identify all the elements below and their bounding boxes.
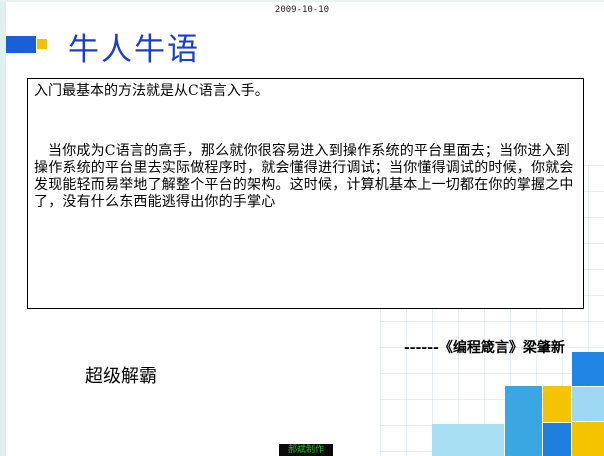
main-paragraph: 当你成为C语言的高手，那么就你很容易进入到操作系统的平台里面去；当你进入到操作系… — [34, 143, 574, 210]
decor-block-light-blue-mid — [572, 387, 604, 421]
content-box: 入门最基本的方法就是从C语言入手。 当你成为C语言的高手，那么就你很容易进入到操… — [27, 78, 584, 309]
title-marker-blue-bar — [6, 36, 36, 53]
title-marker-yellow-square — [37, 39, 47, 49]
top-frame-strip — [0, 0, 604, 2]
decor-block-light-blue — [432, 424, 504, 456]
credit-badge: 郝斌制作 — [279, 444, 333, 456]
title-marker-icon — [6, 36, 47, 53]
left-frame-strip — [0, 0, 6, 456]
slide-title: 牛人牛语 — [68, 32, 200, 68]
slide: { "header": { "date": "2009-10-10", "tit… — [0, 0, 604, 456]
subtitle-text: 超级解霸 — [85, 366, 157, 387]
decor-block-blue — [505, 386, 542, 456]
quote-attribution: ------《编程箴言》梁肇新 — [404, 340, 565, 356]
decor-block-blue-top — [572, 352, 604, 386]
decor-block-yellow — [543, 386, 571, 422]
decor-block-dark-blue — [543, 423, 571, 456]
decor-block-yellow-corner — [572, 422, 604, 456]
intro-line: 入门最基本的方法就是从C语言入手。 — [34, 83, 269, 99]
slide-date: 2009-10-10 — [274, 5, 330, 15]
